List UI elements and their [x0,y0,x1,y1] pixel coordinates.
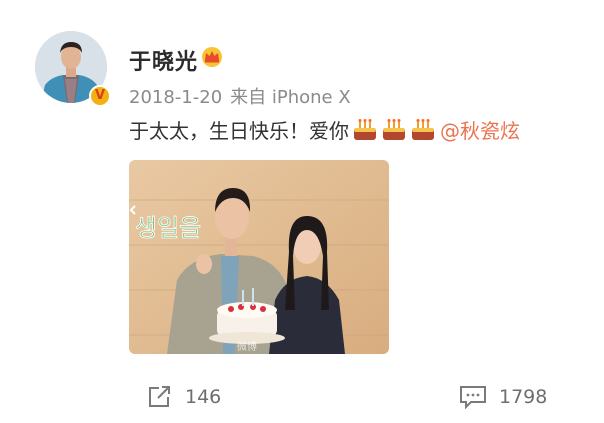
crown-icon [202,47,222,67]
post-text: 于太太，生日快乐！爱你 @秋瓷炫 [129,115,520,144]
repost-icon [149,386,170,407]
user-mention-link[interactable]: @秋瓷炫 [440,115,520,144]
birthday-cake-icon [412,118,434,140]
post-photo[interactable]: 생일을 微博 [129,160,389,354]
post-text-body: 于太太，生日快乐！爱你 [129,119,349,143]
birthday-cake-icon [354,118,376,140]
verified-badge: V [89,85,111,107]
post-meta: 2018-1-20 来自 iPhone X [129,83,351,109]
birthday-cake-icon [383,118,405,140]
comment-count: 1798 [499,386,548,408]
photo-overlay-text: 생일을 [135,214,201,242]
comment-icon [460,386,486,409]
weibo-post: V 于晓光 2018-1-20 来自 iPhone X 于太太，生日快乐！爱你 [0,0,604,423]
repost-count: 146 [185,386,222,408]
photo-watermark: 微博 [237,340,257,353]
username[interactable]: 于晓光 [129,44,198,76]
comment-button[interactable]: 1798 [459,385,547,409]
post-date: 2018-1-20 [129,87,223,108]
post-source[interactable]: 来自 iPhone X [230,87,351,108]
repost-button[interactable]: 146 [147,385,221,409]
